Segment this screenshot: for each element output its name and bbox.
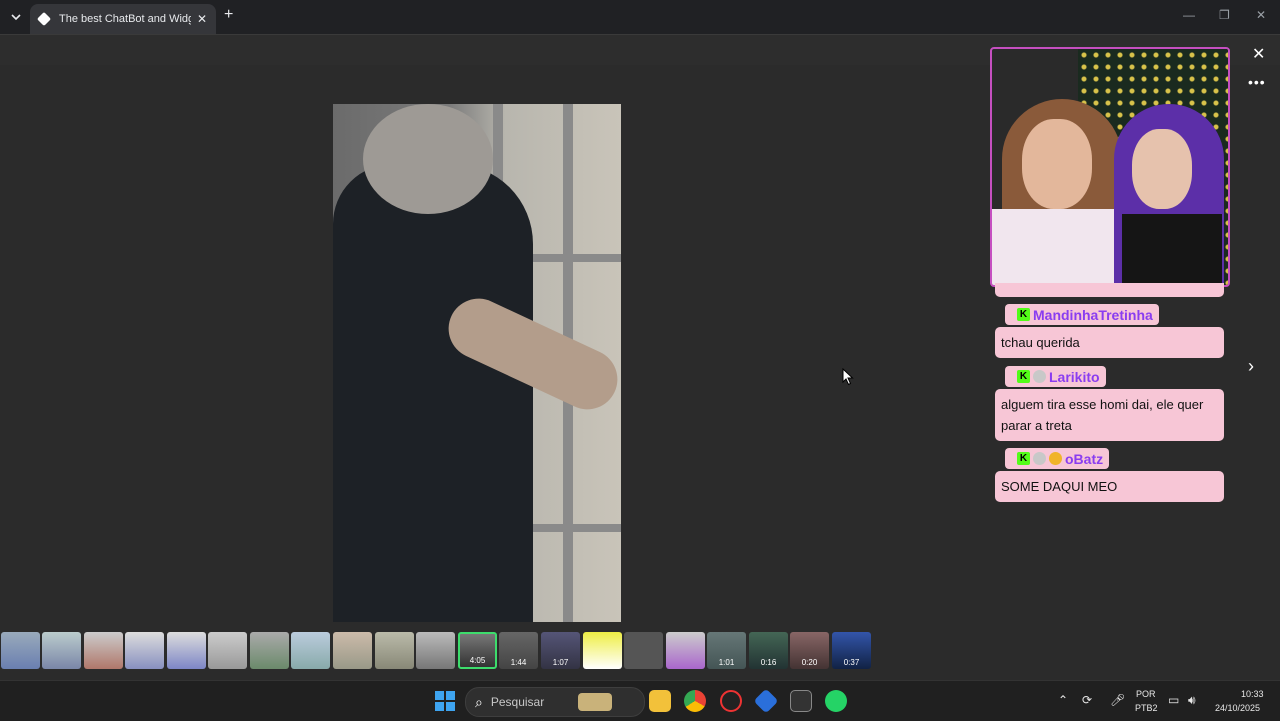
streamer-left-shirt xyxy=(992,209,1132,285)
window-close-button[interactable]: ✕ xyxy=(1256,8,1266,22)
clock-date[interactable]: 24/10/2025 xyxy=(1215,703,1260,713)
microphone-icon[interactable]: 🎤︎ xyxy=(1110,693,1125,707)
kick-badge-icon: K xyxy=(1017,308,1030,321)
subscriber-badge-icon xyxy=(1033,452,1046,465)
video-thumbnail[interactable] xyxy=(624,632,663,669)
video-thumbnail[interactable] xyxy=(208,632,247,669)
more-options-icon[interactable]: ••• xyxy=(1248,74,1266,90)
video-thumbnail[interactable]: 0:20 xyxy=(790,632,829,669)
video-duration: 0:16 xyxy=(760,658,777,667)
streamer-right-face xyxy=(1132,129,1192,209)
terminal-icon[interactable] xyxy=(790,690,812,712)
file-explorer-icon[interactable] xyxy=(649,690,671,712)
video-duration: 1:07 xyxy=(552,658,569,667)
new-tab-button[interactable]: + xyxy=(224,6,233,24)
search-icon: ⌕ xyxy=(475,693,483,710)
video-thumbnail[interactable] xyxy=(291,632,330,669)
streamer-right-shirt xyxy=(1122,214,1222,285)
minimize-button[interactable]: — xyxy=(1183,8,1195,22)
chat-username: Larikito xyxy=(1049,368,1100,385)
video-person xyxy=(333,164,533,622)
video-thumbnail[interactable]: 0:16 xyxy=(749,632,788,669)
chat-username-tag: K oBatz xyxy=(1005,448,1110,469)
input-language-top[interactable]: POR xyxy=(1136,689,1156,699)
chat-message-text: tchau querida xyxy=(995,327,1224,358)
display-icon[interactable]: ▭ xyxy=(1168,693,1179,707)
streamer-left-face xyxy=(1022,119,1092,209)
video-thumbnail[interactable] xyxy=(42,632,81,669)
overlay-close-button[interactable]: ✕ xyxy=(1252,44,1265,64)
search-highlight-icon xyxy=(578,693,613,711)
taskbar-search[interactable]: ⌕ Pesquisar xyxy=(465,687,645,717)
webcam-feed xyxy=(990,47,1230,287)
input-language-bottom[interactable]: PTB2 xyxy=(1135,703,1158,713)
chat-username-tag: K Larikito xyxy=(1005,366,1106,387)
tray-chevron-up-icon[interactable]: ⌃ xyxy=(1058,693,1068,707)
kick-badge-icon: K xyxy=(1017,370,1030,383)
restore-button[interactable]: ❐ xyxy=(1219,8,1230,22)
chat-message: K Larikito alguem tira esse homi dai, el… xyxy=(995,366,1224,441)
kick-badge-icon: K xyxy=(1017,452,1030,465)
chat-message: K MandinhaTretinha tchau querida xyxy=(995,304,1224,358)
video-thumbnail[interactable] xyxy=(416,632,455,669)
chat-message-text: alguem tira esse homi dai, ele quer para… xyxy=(995,389,1224,441)
chevron-down-icon xyxy=(11,14,21,21)
video-player[interactable] xyxy=(333,104,621,622)
video-thumbnail[interactable]: 1:44 xyxy=(499,632,538,669)
video-thumbnail[interactable] xyxy=(1,632,40,669)
video-person-head xyxy=(363,104,493,214)
chat-username-tag: K MandinhaTretinha xyxy=(1005,304,1159,325)
video-thumbnail[interactable]: 0:37 xyxy=(832,632,871,669)
subscriber-badge-icon xyxy=(1033,370,1046,383)
video-duration: 1:44 xyxy=(510,658,527,667)
chat-message: K oBatz SOME DAQUI MEO xyxy=(995,448,1224,502)
taskbar-search-placeholder: Pesquisar xyxy=(490,695,545,709)
tab-title: The best ChatBot and Widgets xyxy=(59,13,191,25)
tab-search-button[interactable] xyxy=(6,7,26,27)
coin-badge-icon xyxy=(1049,452,1062,465)
clock-time[interactable]: 10:33 xyxy=(1241,689,1264,699)
video-thumbnail[interactable] xyxy=(84,632,123,669)
obs-icon[interactable] xyxy=(720,690,742,712)
video-thumbnail-current[interactable]: 4:05 xyxy=(458,632,497,669)
browser-tab[interactable]: The best ChatBot and Widgets ✕ xyxy=(30,4,216,34)
video-thumbnail[interactable]: 1:01 xyxy=(707,632,746,669)
video-thumbnail[interactable] xyxy=(375,632,414,669)
chrome-icon[interactable] xyxy=(684,690,706,712)
video-duration: 0:20 xyxy=(801,658,818,667)
whatsapp-icon[interactable] xyxy=(825,690,847,712)
video-duration: 4:05 xyxy=(469,656,486,665)
site-favicon-icon xyxy=(36,11,52,27)
chat-username: MandinhaTretinha xyxy=(1033,306,1153,323)
next-arrow-icon[interactable]: › xyxy=(1248,356,1254,377)
video-thumbnail[interactable] xyxy=(125,632,164,669)
windows-start-icon[interactable] xyxy=(435,691,455,711)
volume-icon[interactable]: 🔊︎ xyxy=(1188,693,1196,708)
sync-icon[interactable]: ⟳ xyxy=(1082,693,1092,707)
video-duration: 0:37 xyxy=(843,658,860,667)
video-thumbnail[interactable] xyxy=(583,632,622,669)
chat-username: oBatz xyxy=(1065,450,1104,467)
mouse-cursor-icon xyxy=(842,368,854,386)
chat-message-previous-edge xyxy=(995,283,1224,297)
chat-message-text: SOME DAQUI MEO xyxy=(995,471,1224,502)
video-thumbnail[interactable] xyxy=(666,632,705,669)
tab-close-icon[interactable]: ✕ xyxy=(197,12,207,26)
video-thumbnail[interactable] xyxy=(167,632,206,669)
video-duration: 1:01 xyxy=(718,658,735,667)
video-thumbnail[interactable]: 1:07 xyxy=(541,632,580,669)
video-thumbnail[interactable] xyxy=(250,632,289,669)
video-thumbnail[interactable] xyxy=(333,632,372,669)
